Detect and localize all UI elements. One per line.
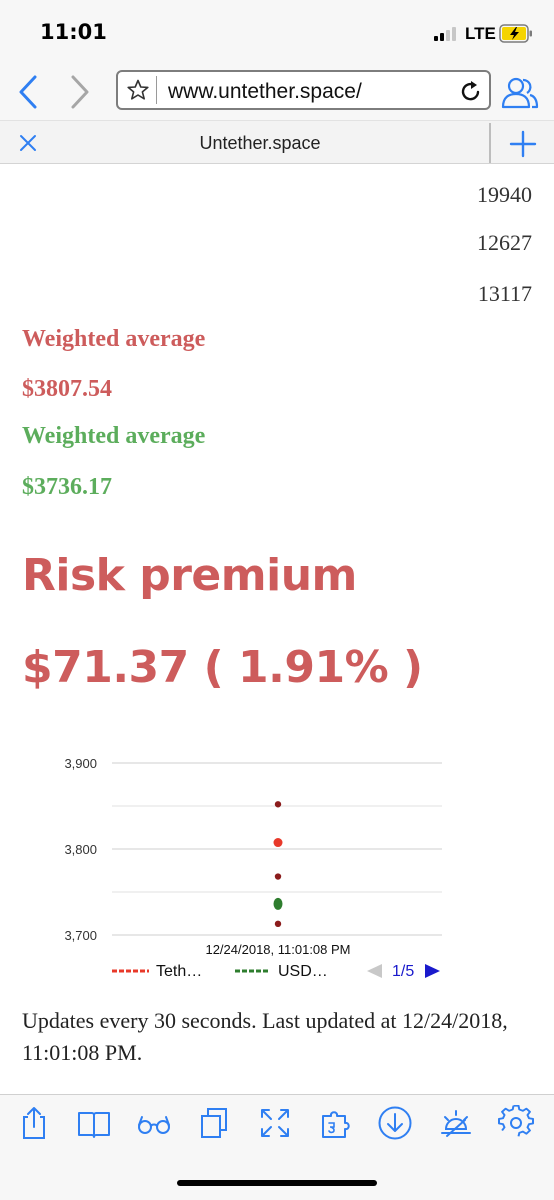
tab-bar: Untether.space <box>0 120 554 164</box>
update-notice: Updates every 30 seconds. Last updated a… <box>22 1008 508 1065</box>
risk-premium-title: Risk premium <box>22 550 357 601</box>
price-chart: 3,900 3,800 3,700 12/24/2018, 11:01:08 PMTe… <box>64 756 442 980</box>
stat-number: 13117 <box>477 281 532 306</box>
legend-label: USD… <box>278 963 328 980</box>
add-tab-icon[interactable] <box>508 129 538 159</box>
night-mode-icon[interactable] <box>438 1105 474 1141</box>
stat-number: 12627 <box>477 230 532 255</box>
network-label: LTE <box>465 24 496 43</box>
puzzle-icon[interactable] <box>318 1105 354 1141</box>
share-icon[interactable] <box>16 1105 52 1141</box>
legend-label: Teth… <box>156 963 202 980</box>
y-tick-label: 3,700 <box>64 928 97 943</box>
tab-divider <box>489 123 491 163</box>
weighted-average-value-green: $3736.17 <box>22 474 112 500</box>
weighted-average-value-red: $3807.54 <box>22 376 112 402</box>
expand-icon[interactable] <box>257 1105 293 1141</box>
url-text[interactable]: www.untether.space/ <box>168 80 362 104</box>
book-icon[interactable] <box>76 1105 112 1141</box>
weighted-average-label-green: Weighted average <box>22 423 206 449</box>
legend-prev-arrow-icon[interactable] <box>367 964 382 978</box>
weighted-average-label-red: Weighted average <box>22 326 206 352</box>
status-time: 11:01 <box>40 20 107 44</box>
chevron-left-icon <box>19 75 37 109</box>
stat-number: 19940 <box>477 182 532 207</box>
battery-icon <box>499 24 532 43</box>
chevron-right-icon <box>71 75 89 109</box>
y-tick-label: 3,800 <box>64 842 97 857</box>
settings-icon[interactable] <box>498 1105 534 1141</box>
web-content: 19940 12627 13117 Weighted average $3807… <box>0 165 554 1095</box>
data-point <box>273 897 283 910</box>
data-point <box>274 873 282 880</box>
risk-premium-value: $71.37 ( 1.91% ) <box>22 642 423 693</box>
url-divider <box>156 76 157 104</box>
y-tick-label: 3,900 <box>64 756 97 771</box>
tab-title[interactable]: Untether.space <box>0 133 520 154</box>
tabs-icon[interactable] <box>196 1105 232 1141</box>
status-bar: 11:01 LTE <box>0 0 554 64</box>
data-point <box>274 920 282 928</box>
download-icon[interactable] <box>377 1105 413 1141</box>
address-bar[interactable]: www.untether.space/ <box>116 70 491 110</box>
back-button[interactable] <box>10 72 46 112</box>
legend-next-arrow-icon[interactable] <box>425 964 440 978</box>
reload-icon[interactable] <box>460 79 482 103</box>
data-point <box>273 838 283 848</box>
bookmark-star-icon[interactable] <box>126 78 150 102</box>
signal-icon <box>434 27 460 41</box>
navigation-bar: www.untether.space/ <box>0 64 554 120</box>
forward-button[interactable] <box>62 72 98 112</box>
home-indicator <box>177 1180 377 1186</box>
users-icon <box>501 77 539 109</box>
glasses-icon[interactable] <box>136 1105 172 1141</box>
data-point <box>274 801 282 808</box>
x-axis-label: 12/24/2018, 11:01:08 PM <box>205 942 350 957</box>
legend-page-indicator: 1/5 <box>392 963 414 980</box>
profile-button[interactable] <box>500 72 540 112</box>
